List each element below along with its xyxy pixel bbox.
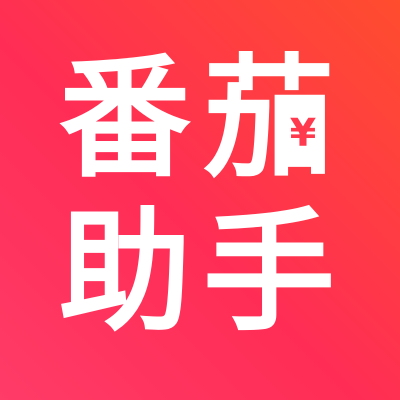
yen-badge-icon: ¥ xyxy=(282,104,324,162)
app-icon: 番 茄 ¥ 助 手 xyxy=(0,0,400,400)
logo-char-zhu: 助 xyxy=(59,196,191,350)
logo-wordmark: 番 茄 ¥ 助 手 xyxy=(56,42,344,350)
logo-row-top: 番 茄 ¥ xyxy=(56,42,338,196)
logo-row-bottom: 助 手 xyxy=(56,196,338,350)
logo-char-qie: 茄 ¥ xyxy=(200,50,338,188)
logo-char-shou: 手 xyxy=(203,196,335,350)
logo-char-fan: 番 xyxy=(59,42,191,196)
yen-symbol: ¥ xyxy=(289,111,317,155)
